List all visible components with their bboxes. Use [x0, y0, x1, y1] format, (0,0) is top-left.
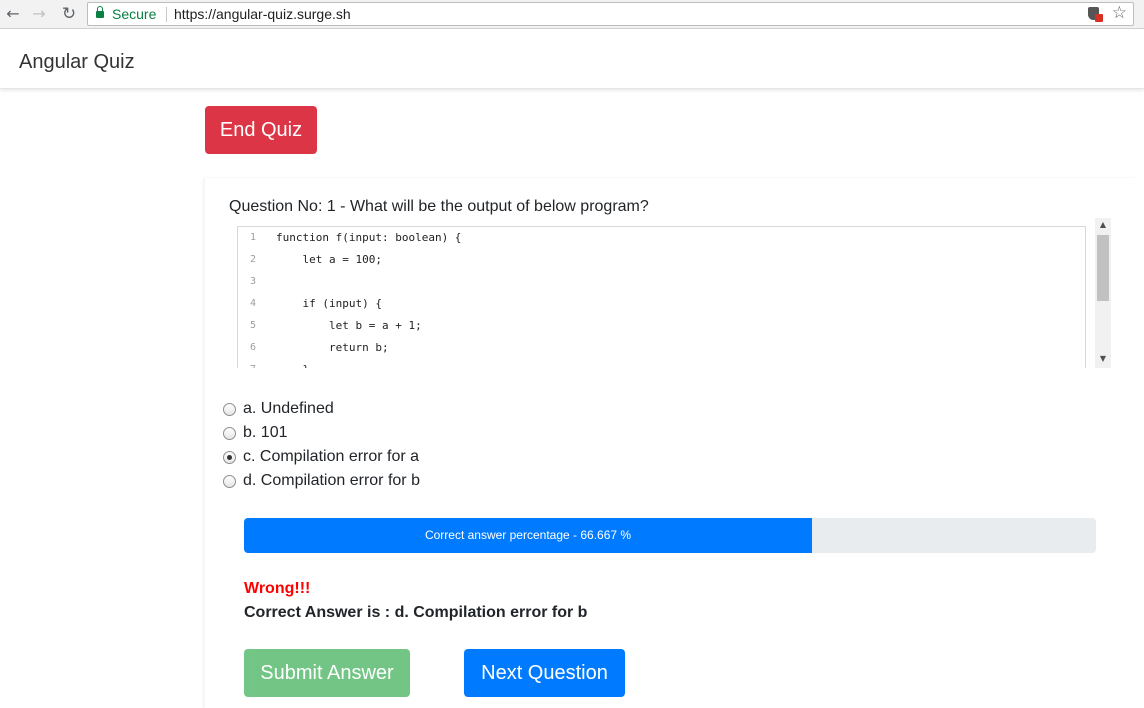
end-quiz-button[interactable]: End Quiz — [205, 106, 317, 154]
scroll-up-icon[interactable]: ▲ — [1095, 218, 1111, 232]
line-number: 6 — [250, 342, 257, 353]
progress-bar: Correct answer percentage - 66.667 % — [244, 518, 1096, 553]
code-line: 1 function f(input: boolean) { — [238, 227, 1085, 249]
question-title: Question No: 1 - What will be the output… — [229, 198, 649, 215]
scroll-thumb[interactable] — [1097, 235, 1109, 301]
radio-button[interactable] — [223, 451, 236, 464]
app-navbar: Angular Quiz — [0, 33, 1144, 89]
bookmark-star-icon[interactable]: ☆ — [1112, 3, 1127, 23]
line-number: 4 — [250, 298, 257, 309]
progress-bar-fill: Correct answer percentage - 66.667 % — [244, 518, 812, 553]
lock-icon — [96, 6, 104, 19]
back-icon[interactable]: ← — [3, 4, 23, 24]
reload-icon[interactable]: ↻ — [59, 4, 79, 24]
code-text: return b; — [276, 341, 389, 354]
answer-option-label[interactable]: d. Compilation error for b — [243, 472, 420, 490]
radio-button[interactable] — [223, 427, 236, 440]
browser-toolbar: ← → ↻ Secure https://angular-quiz.surge.… — [0, 0, 1144, 29]
brand-title[interactable]: Angular Quiz — [19, 51, 135, 74]
radio-button[interactable] — [223, 403, 236, 416]
line-number: 2 — [250, 254, 257, 265]
address-divider — [166, 7, 167, 22]
answer-option-label[interactable]: c. Compilation error for a — [243, 448, 419, 466]
forward-icon[interactable]: → — [29, 4, 49, 24]
code-line: 7 } — [238, 359, 1085, 368]
code-line: 5 let b = a + 1; — [238, 315, 1085, 337]
line-number: 1 — [250, 232, 257, 243]
code-block[interactable]: 1 function f(input: boolean) { 2 let a = 1… — [237, 226, 1086, 368]
extension-shield-icon[interactable] — [1087, 6, 1103, 22]
url-text[interactable]: https://angular-quiz.surge.sh — [174, 6, 351, 22]
code-text: function f(input: boolean) { — [276, 231, 462, 244]
answer-option-label[interactable]: a. Undefined — [243, 400, 334, 418]
submit-answer-button[interactable]: Submit Answer — [244, 649, 410, 697]
answer-option-label[interactable]: b. 101 — [243, 424, 287, 442]
code-text: let a = 100; — [276, 253, 382, 266]
code-text: } — [276, 359, 309, 368]
address-bar[interactable]: Secure https://angular-quiz.surge.sh ☆ — [87, 2, 1134, 26]
line-number: 5 — [250, 320, 257, 331]
code-line: 6 return b; — [238, 337, 1085, 359]
secure-label: Secure — [112, 6, 157, 22]
code-text: if (input) { — [276, 297, 382, 310]
radio-selected-dot — [227, 455, 232, 460]
next-question-button[interactable]: Next Question — [464, 649, 625, 697]
line-number: 3 — [250, 276, 257, 287]
correct-answer-text: Correct Answer is : d. Compilation error… — [244, 604, 588, 621]
code-text: let b = a + 1; — [276, 319, 422, 332]
radio-button[interactable] — [223, 475, 236, 488]
code-line: 2 let a = 100; — [238, 249, 1085, 271]
code-line: 3 — [238, 271, 1085, 293]
scroll-down-icon[interactable]: ▼ — [1095, 352, 1111, 366]
progress-label: Correct answer percentage - 66.667 % — [424, 528, 632, 542]
line-number: 7 — [250, 359, 264, 368]
code-line: 4 if (input) { — [238, 293, 1085, 315]
result-status: Wrong!!! — [244, 580, 311, 597]
